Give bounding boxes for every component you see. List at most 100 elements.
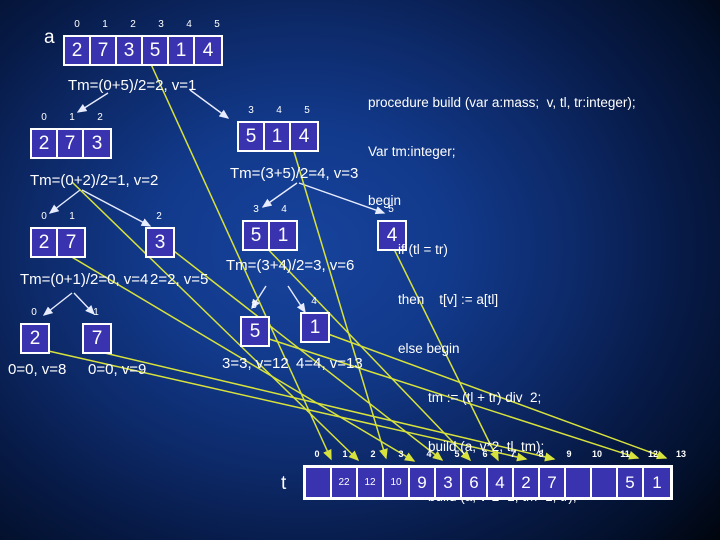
array-t-cell: 9 xyxy=(410,468,436,497)
leaf4-cell: 1 xyxy=(302,314,328,341)
array-a: 2 7 3 5 1 4 xyxy=(63,35,223,66)
single2-index-row: 2 xyxy=(145,212,173,222)
array-t-index: 0 xyxy=(314,449,320,459)
array-t-cell: 2 xyxy=(514,468,540,497)
array-t-cell xyxy=(306,468,332,497)
right-pair-index-row: 3 4 xyxy=(242,205,298,215)
right-pair-caption: Tm=(3+4)/2=3, v=6 xyxy=(226,257,355,274)
leaf3-index-row: 3 xyxy=(240,301,268,311)
leaf3-cell: 5 xyxy=(242,318,268,345)
array-a-index-row: 0 1 2 3 4 5 xyxy=(63,20,231,30)
array-a-cell: 3 xyxy=(117,37,143,64)
array-a-index: 1 xyxy=(102,19,108,30)
leaf1-index-row: 1 xyxy=(82,308,110,318)
array-a-index: 0 xyxy=(74,19,80,30)
right-sub-cell: 5 xyxy=(239,123,265,150)
right-pair-index: 3 xyxy=(253,204,259,215)
right-pair-index: 4 xyxy=(281,204,287,215)
array-t-cell: 4 xyxy=(488,468,514,497)
leaf1-index: 1 xyxy=(93,307,99,318)
single2-cell: 3 xyxy=(147,229,173,256)
array-a-name: a xyxy=(44,27,55,48)
array-a-cell: 2 xyxy=(65,37,91,64)
right-sub-caption: Tm=(3+5)/2=4, v=3 xyxy=(230,165,359,182)
right-sub-cell: 4 xyxy=(291,123,317,150)
right-sub-index: 4 xyxy=(276,105,282,116)
right-sub-index-row: 3 4 5 xyxy=(237,106,321,116)
array-t-cell xyxy=(566,468,592,497)
left-pair-cell: 7 xyxy=(58,229,84,256)
leaf1-cell: 7 xyxy=(84,325,110,352)
array-t-index: 5 xyxy=(454,449,460,459)
array-t-cell: 6 xyxy=(462,468,488,497)
leaf0-index-row: 0 xyxy=(20,308,48,318)
right-sub-index: 3 xyxy=(248,105,254,116)
array-t-cell: 22 xyxy=(332,468,358,497)
leaf3-array: 5 xyxy=(240,316,270,347)
array-t-index: 6 xyxy=(482,449,488,459)
array-t-index: 9 xyxy=(566,449,572,459)
left-pair-index-row: 0 1 xyxy=(30,212,86,222)
array-t-cell: 7 xyxy=(540,468,566,497)
array-t-cell: 3 xyxy=(436,468,462,497)
right-pair-array: 5 1 xyxy=(242,220,298,251)
left-sub-cell: 2 xyxy=(32,130,58,157)
array-t-name: t xyxy=(281,473,287,494)
array-t-cell: 12 xyxy=(358,468,384,497)
code-line: else begin xyxy=(368,340,460,356)
array-t: 22 12 10 9 3 6 4 2 7 5 1 xyxy=(303,465,673,500)
left-sub-caption: Tm=(0+2)/2=1, v=2 xyxy=(30,172,159,189)
array-t-index: 10 xyxy=(591,449,602,459)
array-t-cell: 5 xyxy=(618,468,644,497)
code-line: tm := (tl + tr) div 2; xyxy=(368,390,542,406)
leaf0-caption: 0=0, v=8 xyxy=(8,361,67,378)
left-pair-array: 2 7 xyxy=(30,227,86,258)
leaf0-cell: 2 xyxy=(22,325,48,352)
left-pair-index: 0 xyxy=(41,211,47,222)
array-a-cell: 1 xyxy=(169,37,195,64)
array-t-index: 13 xyxy=(675,449,686,459)
array-a-caption: Tm=(0+5)/2=2, v=1 xyxy=(68,77,197,94)
right-sub-index: 5 xyxy=(304,105,310,116)
right-sub-array: 5 1 4 xyxy=(237,121,319,152)
left-pair-caption: Tm=(0+1)/2=0, v=4 xyxy=(20,271,149,288)
left-pair-cell: 2 xyxy=(32,229,58,256)
array-a-index: 3 xyxy=(158,19,164,30)
leaf3-caption: 3=3, v=12 xyxy=(222,355,289,372)
left-pair-index: 1 xyxy=(69,211,75,222)
leaf0-array: 2 xyxy=(20,323,50,354)
single2-caption: 2=2, v=5 xyxy=(150,271,209,288)
array-t-index: 1 xyxy=(342,449,348,459)
right-pair-cell: 5 xyxy=(244,222,270,249)
array-t-index: 4 xyxy=(426,449,432,459)
right-sub-cell: 1 xyxy=(265,123,291,150)
left-sub-index-row: 0 1 2 xyxy=(30,113,114,123)
array-t-index: 11 xyxy=(620,449,630,459)
leaf0-index: 0 xyxy=(31,307,37,318)
left-sub-cell: 7 xyxy=(58,130,84,157)
leaf4-index: 4 xyxy=(311,296,317,307)
array-t-cell: 1 xyxy=(644,468,670,497)
leaf4-array: 1 xyxy=(300,312,330,343)
single2-array: 3 xyxy=(145,227,175,258)
leaf3-index: 3 xyxy=(251,300,257,311)
array-t-cell: 10 xyxy=(384,468,410,497)
left-sub-index: 2 xyxy=(97,112,103,123)
code-line: begin xyxy=(368,193,402,209)
left-sub-index: 1 xyxy=(69,112,75,123)
left-sub-cell: 3 xyxy=(84,130,110,157)
left-sub-array: 2 7 3 xyxy=(30,128,112,159)
slide-canvas: a 0 1 2 3 4 5 2 7 3 5 1 4 Tm=(0+5)/2=2, … xyxy=(0,0,720,540)
array-a-index: 4 xyxy=(186,19,192,30)
code-line: then t[v] := a[tl] xyxy=(368,291,499,307)
array-t-index: 12 xyxy=(647,449,658,459)
code-line: if (tl = tr) xyxy=(368,242,448,258)
array-a-cell: 4 xyxy=(195,37,221,64)
left-sub-index: 0 xyxy=(41,112,47,123)
code-line: procedure build (var a:mass; v, tl, tr:i… xyxy=(368,94,636,110)
leaf4-index-row: 4 xyxy=(300,297,328,307)
code-line: Var tm:integer; xyxy=(368,144,456,160)
right-pair-cell: 1 xyxy=(270,222,296,249)
array-a-cell: 5 xyxy=(143,37,169,64)
array-t-index: 8 xyxy=(538,449,544,459)
